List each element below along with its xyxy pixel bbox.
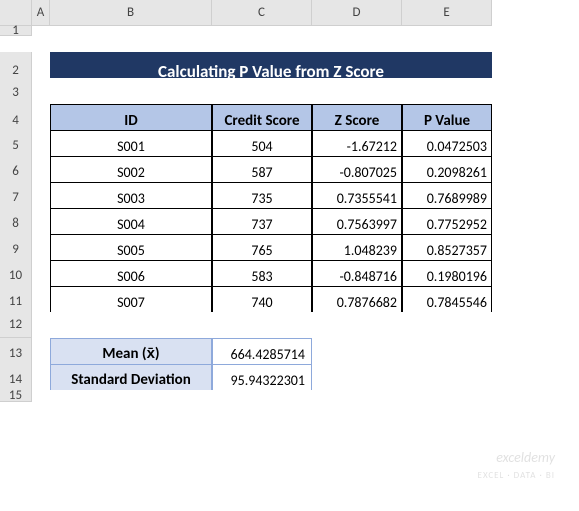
watermark-main: exceldemy: [496, 449, 555, 466]
col-header-b[interactable]: B: [50, 0, 212, 26]
cell-d1[interactable]: [312, 26, 402, 36]
cell-d12[interactable]: [312, 312, 402, 338]
cell-d15[interactable]: [312, 390, 402, 402]
col-header-c[interactable]: C: [212, 0, 312, 26]
watermark-sub: EXCEL · DATA · BI: [478, 470, 555, 481]
row-header-12[interactable]: 12: [0, 312, 32, 338]
cell-c15[interactable]: [212, 390, 312, 402]
cell-b1[interactable]: [50, 26, 212, 36]
cell-e12[interactable]: [402, 312, 492, 338]
cell-a15[interactable]: [32, 390, 50, 402]
col-header-d[interactable]: D: [312, 0, 402, 26]
watermark: exceldemy EXCEL · DATA · BI: [478, 450, 555, 481]
cell-c12[interactable]: [212, 312, 312, 338]
row-header-15[interactable]: 15: [0, 390, 32, 402]
row-header-1[interactable]: 1: [0, 26, 32, 36]
cell-e1[interactable]: [402, 26, 492, 36]
cell-b12[interactable]: [50, 312, 212, 338]
col-header-e[interactable]: E: [402, 0, 492, 26]
cell-b15[interactable]: [50, 390, 212, 402]
cell-a12[interactable]: [32, 312, 50, 338]
col-header-a[interactable]: A: [32, 0, 50, 26]
cell-c1[interactable]: [212, 26, 312, 36]
cell-a1[interactable]: [32, 26, 50, 36]
spreadsheet-grid[interactable]: A B C D E 1 2 Calculating P Value from Z…: [0, 0, 579, 416]
cell-e15[interactable]: [402, 390, 492, 402]
